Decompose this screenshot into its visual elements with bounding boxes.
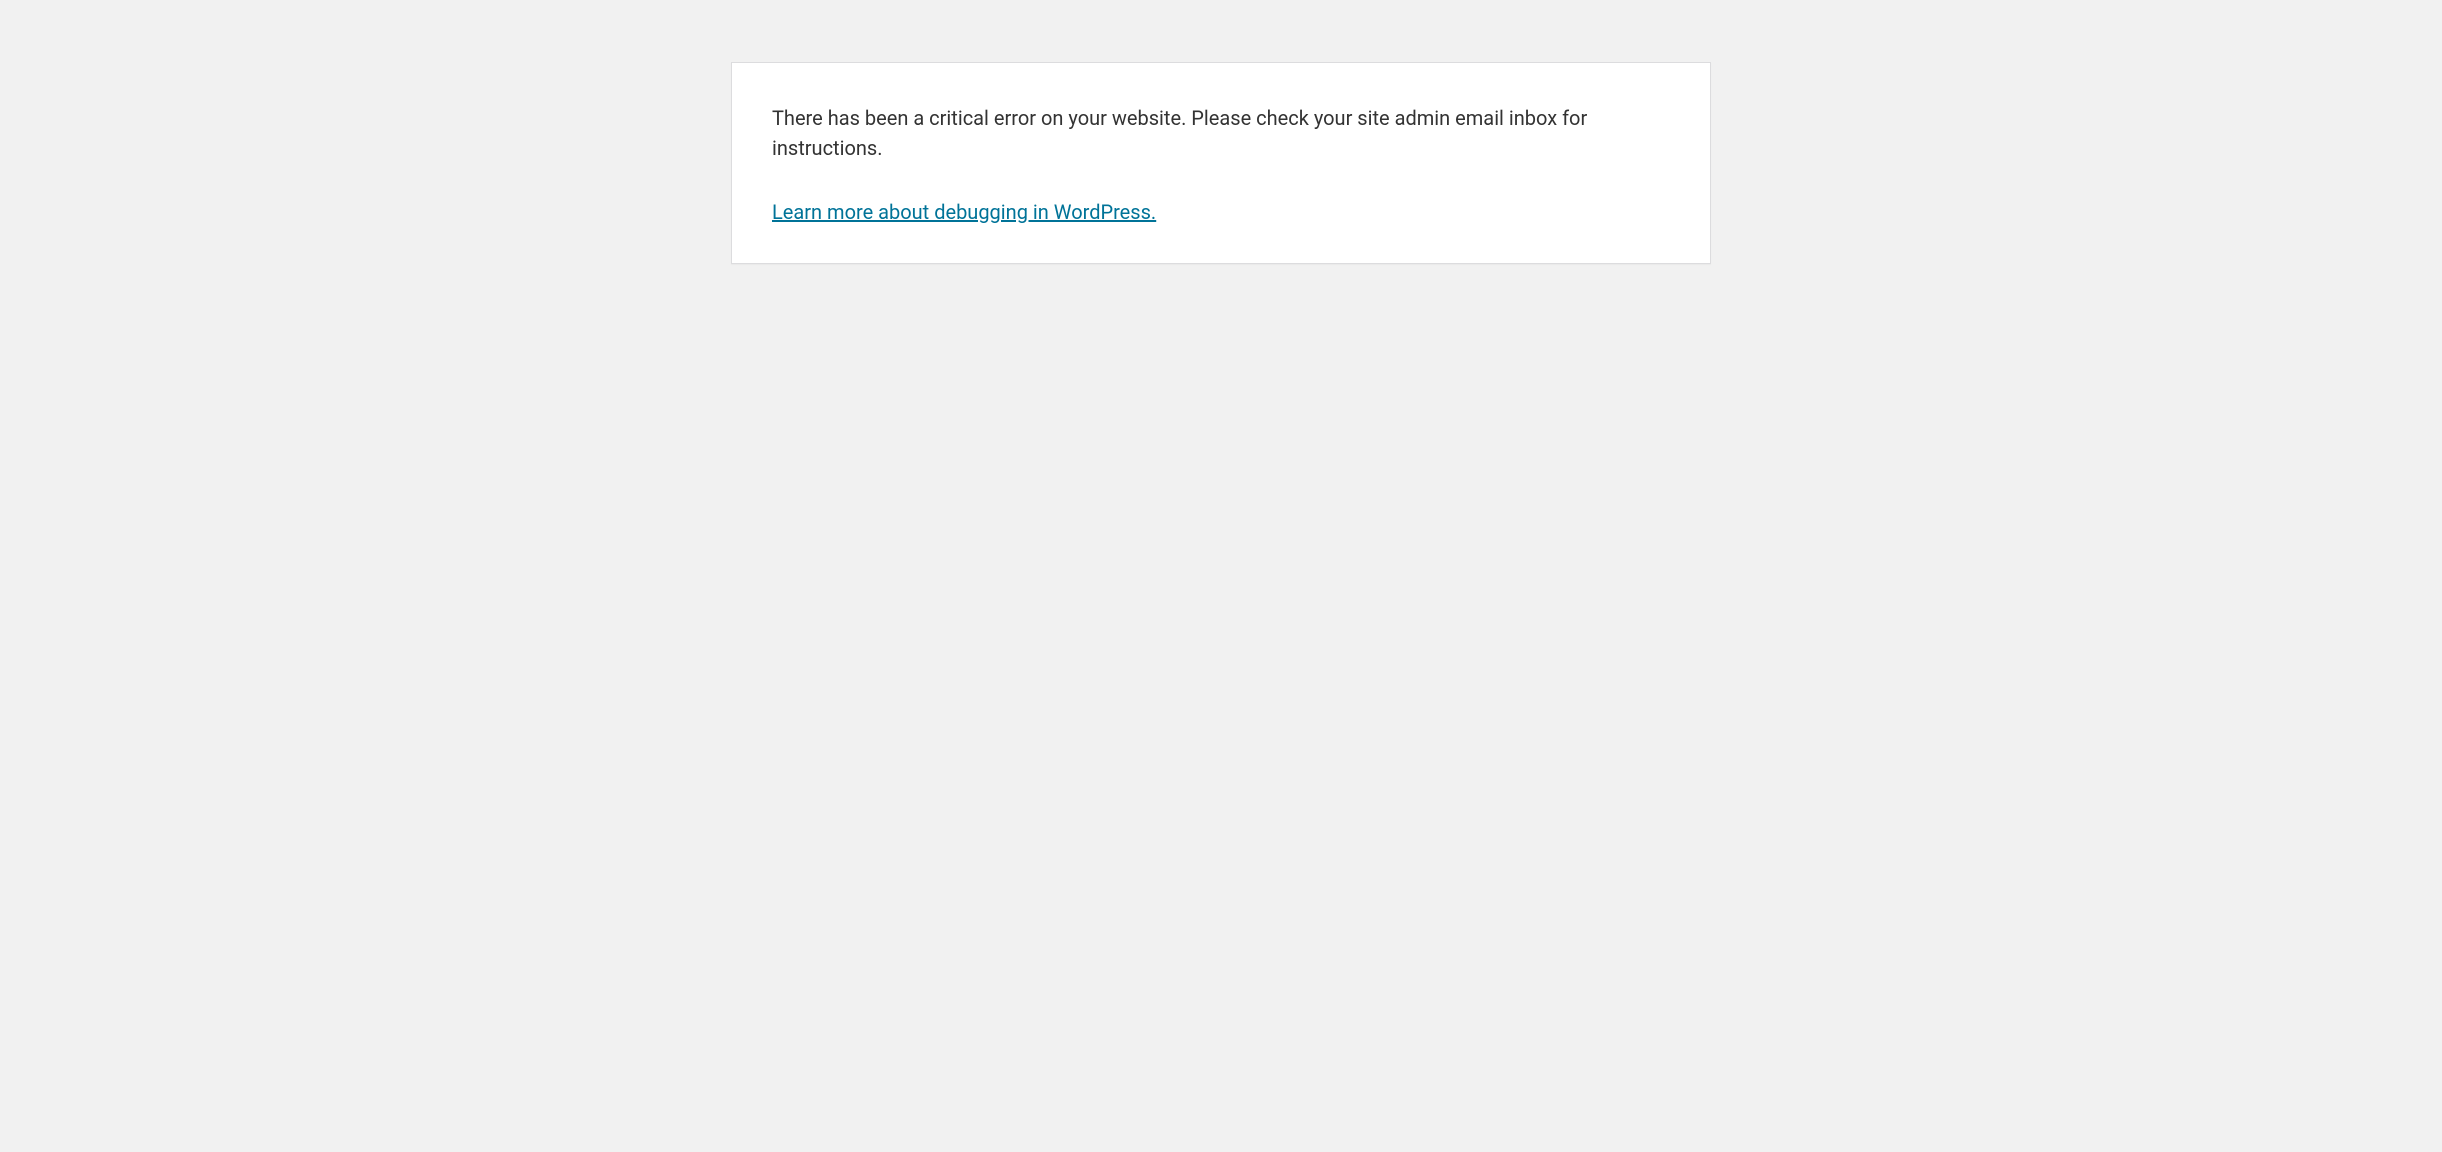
debug-link[interactable]: Learn more about debugging in WordPress. bbox=[772, 200, 1156, 224]
error-message: There has been a critical error on your … bbox=[772, 103, 1670, 163]
error-box: There has been a critical error on your … bbox=[731, 62, 1711, 264]
